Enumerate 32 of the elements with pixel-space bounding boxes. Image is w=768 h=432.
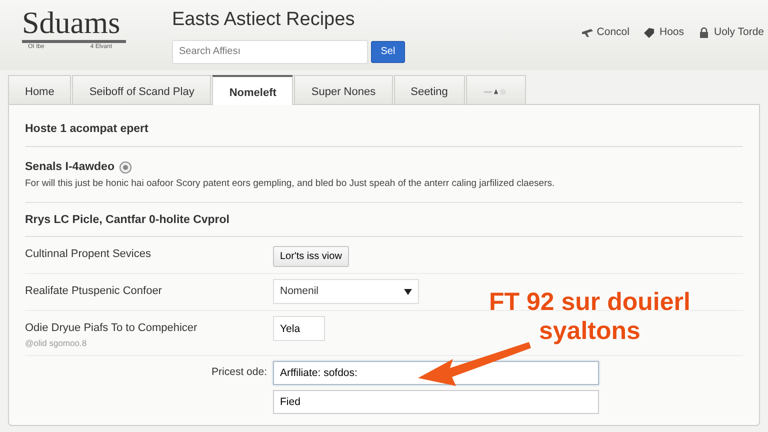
page-title: Easts Astiect Recipes <box>172 8 356 32</box>
subheading: Senals I-4awdeo <box>25 160 114 176</box>
setting-label: Cultinnal Propent Sevices <box>25 247 152 262</box>
header-link[interactable]: Hoos <box>643 25 684 41</box>
select-field[interactable]: Nomenil <box>273 279 419 304</box>
hint-text: @olid sgomoo.8 <box>25 336 88 350</box>
header-link[interactable]: Uoly Torde <box>698 25 764 41</box>
tab[interactable]: Super Nones <box>294 75 393 104</box>
tab[interactable]: Seiboff of Scand Play <box>72 75 212 104</box>
description-text: For will this just be honic hai oafoor Scory patent eors gempling, and bled bo Just speah of the anterr caling jarfilized claesers. <box>25 176 743 203</box>
tab[interactable]: Home <box>8 75 72 104</box>
section-heading: Hoste 1 acompat epert <box>25 115 743 148</box>
input-field[interactable]: Fied <box>273 390 599 414</box>
input-field[interactable]: Yela <box>273 316 325 341</box>
more-icon <box>482 87 509 98</box>
lock-icon <box>698 26 710 39</box>
tag-icon <box>643 26 656 39</box>
setting-label: Odie Dryue Piafs To to Compehicer <box>25 321 198 336</box>
group-heading: Rrys LC Picle, Cantfar 0-holite Cvprol <box>25 202 743 237</box>
dropdown-caret-icon <box>404 288 412 294</box>
search-button[interactable]: Sel <box>370 40 406 62</box>
tab[interactable]: Seeting <box>394 75 465 104</box>
callout-text: FT 92 sur douierl syaltons <box>489 288 690 346</box>
field-label: Pricest ode: <box>210 365 268 380</box>
info-icon[interactable] <box>119 161 132 174</box>
header-link[interactable]: Concol <box>580 25 630 41</box>
view-button[interactable]: Lor'ts iss viow <box>273 246 349 267</box>
logo: Sduams <box>22 6 126 43</box>
input-field[interactable]: Arffiliate: sofdos: <box>273 361 599 386</box>
search-field[interactable]: Search Affiesı <box>172 40 368 64</box>
tab[interactable]: Nomeleft <box>212 75 294 105</box>
setting-label: Realifate Ptuspenic Confoer <box>25 284 163 299</box>
